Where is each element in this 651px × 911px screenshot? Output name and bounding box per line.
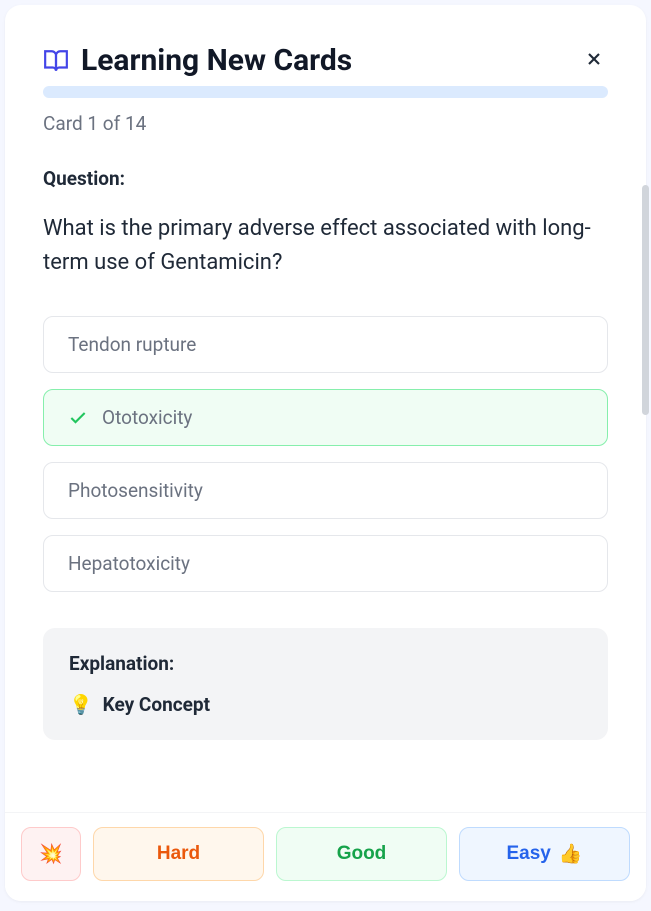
content-area: Learning New Cards Card 1 of 14 Question…: [5, 5, 646, 812]
option-text: Ototoxicity: [102, 406, 192, 429]
option-item[interactable]: Photosensitivity: [43, 462, 608, 519]
key-concept-row: 💡 Key Concept: [69, 693, 582, 716]
easy-button[interactable]: Easy 👍: [459, 827, 630, 881]
book-open-icon: [43, 48, 69, 74]
page-title: Learning New Cards: [81, 43, 352, 78]
close-icon: [584, 49, 604, 69]
again-button[interactable]: 💥: [21, 827, 81, 881]
explanation-box: Explanation: 💡 Key Concept: [43, 628, 608, 740]
option-item[interactable]: Tendon rupture: [43, 316, 608, 373]
easy-label: Easy: [506, 843, 550, 865]
close-button[interactable]: [580, 45, 608, 73]
good-label: Good: [337, 843, 387, 865]
key-concept-label: Key Concept: [103, 693, 210, 716]
hard-label: Hard: [157, 843, 200, 865]
good-button[interactable]: Good: [276, 827, 447, 881]
collision-icon: 💥: [39, 842, 63, 866]
hard-button[interactable]: Hard: [93, 827, 264, 881]
option-text: Photosensitivity: [68, 479, 203, 502]
progress-bar: [43, 86, 608, 98]
option-item-correct[interactable]: Ototoxicity: [43, 389, 608, 446]
explanation-label: Explanation:: [69, 652, 582, 675]
learning-card-modal: Learning New Cards Card 1 of 14 Question…: [5, 5, 646, 901]
thumbs-up-icon: 👍: [559, 842, 583, 866]
header: Learning New Cards: [43, 43, 608, 78]
question-text: What is the primary adverse effect assoc…: [43, 212, 608, 280]
title-row: Learning New Cards: [43, 43, 352, 78]
question-label: Question:: [43, 167, 608, 190]
check-icon: [68, 408, 88, 428]
card-counter: Card 1 of 14: [43, 112, 608, 135]
lightbulb-icon: 💡: [69, 693, 93, 716]
rating-footer: 💥 Hard Good Easy 👍: [5, 812, 646, 901]
options-list: Tendon rupture Ototoxicity Photosensitiv…: [43, 316, 608, 592]
option-text: Hepatotoxicity: [68, 552, 190, 575]
option-item[interactable]: Hepatotoxicity: [43, 535, 608, 592]
option-text: Tendon rupture: [68, 333, 196, 356]
